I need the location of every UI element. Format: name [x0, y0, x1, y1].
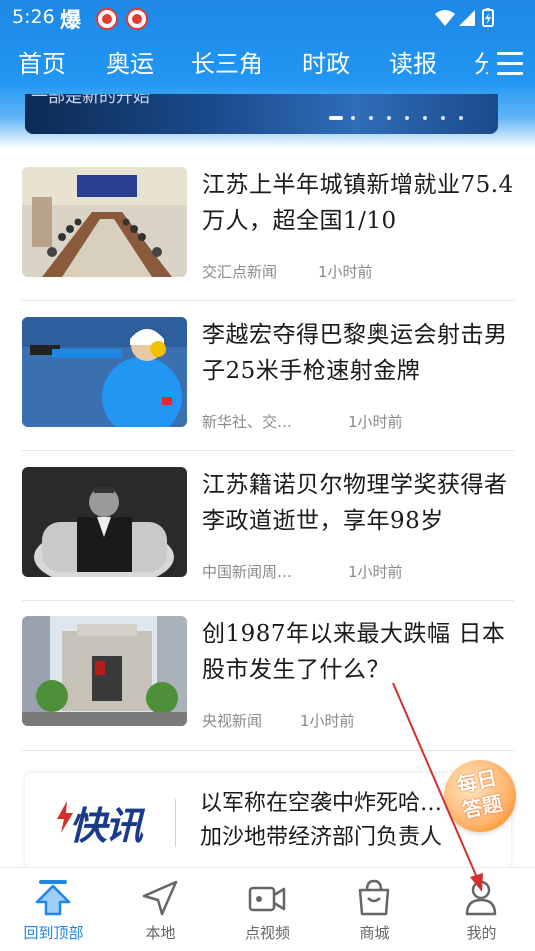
carousel-indicator	[305, 116, 475, 122]
divider	[22, 450, 514, 451]
news-time: 1小时前	[300, 712, 355, 730]
news-thumbnail-portrait	[22, 467, 187, 577]
tab-newspaper[interactable]: 读报	[389, 44, 437, 84]
status-time: 5:26	[12, 6, 55, 28]
system-status-icons	[435, 8, 494, 27]
shopping-bag-icon	[358, 879, 390, 916]
menu-icon[interactable]	[497, 52, 523, 76]
divider	[22, 750, 514, 751]
tab-local[interactable]: 本地	[107, 868, 214, 951]
news-thumbnail-meeting	[22, 167, 187, 277]
signal-icon	[459, 10, 475, 26]
news-source: 中国新闻周…	[202, 563, 293, 581]
news-item[interactable]: 江苏上半年城镇新增就业75.4万人，超全国1/10 交汇点新闻 1小时前	[22, 167, 514, 317]
tab-more-partial[interactable]: 分	[474, 44, 488, 84]
video-camera-icon	[248, 886, 286, 912]
tab-olympics[interactable]: 奥运	[106, 44, 154, 84]
wifi-icon	[435, 10, 455, 26]
status-bar: 5:26 爆	[0, 0, 535, 36]
divider	[175, 799, 176, 847]
daily-quiz-label: 每日 答题	[454, 765, 505, 823]
flash-news-logo: 快讯	[69, 804, 143, 848]
tab-label: 点视频	[244, 924, 290, 942]
location-arrow-icon	[142, 880, 178, 916]
flash-news-text: 以军称在空袭中炸死哈…加沙地带经济部门负责人	[200, 791, 443, 850]
news-thumbnail-stock-exchange	[22, 616, 187, 726]
news-time: 1小时前	[318, 263, 373, 281]
tab-label: 回到顶部	[23, 924, 84, 942]
tab-video[interactable]: 点视频	[214, 868, 321, 951]
tab-back-to-top[interactable]: 回到顶部	[0, 868, 107, 951]
tab-label: 本地	[145, 924, 176, 942]
banner-caption: 一部是新的开始	[31, 94, 150, 107]
news-title: 创1987年以来最大跌幅 日本股市发生了什么？	[202, 621, 506, 683]
app-header: 5:26 爆 首页 奥运 长三角 时政 读报 分 一部是新的开始	[0, 0, 535, 148]
status-notification-text: 爆	[60, 8, 81, 32]
news-source: 央视新闻	[202, 712, 263, 730]
channel-nav: 首页 奥运 长三角 时政 读报 分	[0, 44, 535, 88]
tab-mall[interactable]: 商城	[321, 868, 428, 951]
user-profile-icon	[465, 880, 497, 916]
news-source: 交汇点新闻	[202, 263, 278, 281]
bottom-tab-bar: 回到顶部 本地 点视频 商城 我的	[0, 867, 535, 951]
news-time: 1小时前	[348, 563, 403, 581]
news-title: 江苏籍诺贝尔物理学奖获得者李政道逝世，享年98岁	[202, 472, 508, 534]
divider	[22, 300, 514, 301]
tab-politics[interactable]: 时政	[302, 44, 350, 84]
news-thumbnail-shooter	[22, 317, 187, 427]
banner-carousel[interactable]: 一部是新的开始	[25, 94, 498, 134]
tab-label: 我的	[466, 924, 497, 942]
news-time: 1小时前	[348, 413, 403, 431]
news-title: 江苏上半年城镇新增就业75.4万人，超全国1/10	[202, 172, 514, 234]
tab-me[interactable]: 我的	[428, 868, 535, 951]
notification-badge-icon	[96, 8, 118, 30]
news-item[interactable]: 李越宏夺得巴黎奥运会射击男子25米手枪速射金牌 新华社、交… 1小时前	[22, 317, 514, 467]
news-item[interactable]: 江苏籍诺贝尔物理学奖获得者李政道逝世，享年98岁 中国新闻周… 1小时前	[22, 467, 514, 617]
tab-yangtze-delta[interactable]: 长三角	[191, 44, 263, 84]
flash-news-card[interactable]: 快讯 以军称在空袭中炸死哈…加沙地带经济部门负责人	[25, 773, 511, 869]
news-item[interactable]: 创1987年以来最大跌幅 日本股市发生了什么？ 央视新闻 1小时前	[22, 616, 514, 766]
tab-label: 商城	[359, 924, 390, 942]
divider	[22, 600, 514, 601]
back-to-top-icon	[35, 880, 71, 916]
news-title: 李越宏夺得巴黎奥运会射击男子25米手枪速射金牌	[202, 322, 508, 384]
news-source: 新华社、交…	[202, 413, 293, 431]
notification-badge-icon	[126, 8, 148, 30]
tab-home[interactable]: 首页	[18, 44, 66, 84]
